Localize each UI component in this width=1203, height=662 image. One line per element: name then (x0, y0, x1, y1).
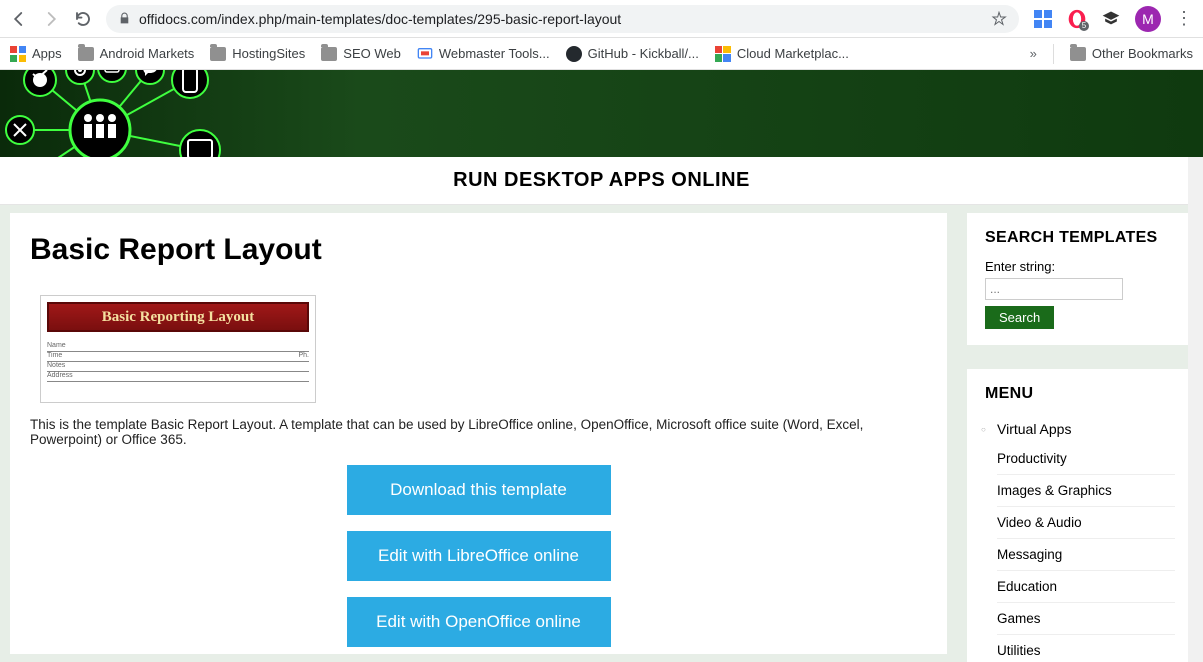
menu-widget: MENU Virtual Apps Productivity Images & … (967, 369, 1193, 662)
menu-item-games[interactable]: Games (997, 603, 1175, 635)
bookmark-seo-web[interactable]: SEO Web (321, 46, 401, 61)
search-button[interactable]: Search (985, 306, 1054, 329)
search-input[interactable] (985, 278, 1123, 300)
webmaster-icon (417, 46, 433, 62)
bookmark-webmaster-tools[interactable]: Webmaster Tools... (417, 46, 550, 62)
preview-header: Basic Reporting Layout (47, 302, 309, 332)
download-button[interactable]: Download this template (347, 465, 611, 515)
menu-item-utilities[interactable]: Utilities (997, 635, 1175, 662)
github-icon (566, 46, 582, 62)
extension-opera-icon[interactable]: 5 (1067, 9, 1087, 29)
folder-icon (78, 47, 94, 61)
bookmarks-overflow[interactable]: » (1030, 46, 1037, 61)
forward-button[interactable] (42, 10, 60, 28)
bookmark-github[interactable]: GitHub - Kickball/... (566, 46, 699, 62)
lock-icon (118, 12, 131, 25)
main-content: Basic Report Layout Basic Reporting Layo… (10, 213, 947, 654)
url-text: offidocs.com/index.php/main-templates/do… (139, 11, 983, 27)
bookmark-hostingsites[interactable]: HostingSites (210, 46, 305, 61)
badge-count: 5 (1079, 21, 1089, 31)
extension-grid-icon[interactable] (1033, 9, 1053, 29)
search-widget: SEARCH TEMPLATES Enter string: Search (967, 213, 1193, 345)
address-bar[interactable]: offidocs.com/index.php/main-templates/do… (106, 5, 1019, 33)
menu-item-images[interactable]: Images & Graphics (997, 475, 1175, 507)
edit-libreoffice-button[interactable]: Edit with LibreOffice online (347, 531, 611, 581)
folder-icon (321, 47, 337, 61)
search-label: Enter string: (985, 259, 1175, 274)
bookmark-apps[interactable]: Apps (10, 46, 62, 62)
extension-grad-icon[interactable] (1101, 9, 1121, 29)
banner-graphic (0, 70, 230, 157)
bookmark-android-markets[interactable]: Android Markets (78, 46, 195, 61)
bookmark-other[interactable]: Other Bookmarks (1070, 46, 1193, 61)
menu-item-messaging[interactable]: Messaging (997, 539, 1175, 571)
back-button[interactable] (10, 10, 28, 28)
edit-openoffice-button[interactable]: Edit with OpenOffice online (347, 597, 611, 647)
search-title: SEARCH TEMPLATES (985, 229, 1175, 247)
profile-avatar[interactable]: M (1135, 6, 1161, 32)
page-viewport: RUN DESKTOP APPS ONLINE Basic Report Lay… (0, 70, 1203, 662)
folder-icon (1070, 47, 1086, 61)
run-title: RUN DESKTOP APPS ONLINE (453, 169, 750, 192)
star-icon[interactable] (991, 11, 1007, 27)
menu-item-video[interactable]: Video & Audio (997, 507, 1175, 539)
site-banner (0, 70, 1203, 157)
menu-item-productivity[interactable]: Productivity (997, 443, 1175, 475)
menu-item-virtual-apps[interactable]: Virtual Apps (985, 415, 1175, 443)
bookmarks-bar: Apps Android Markets HostingSites SEO We… (0, 38, 1203, 70)
template-preview[interactable]: Basic Reporting Layout Name TimePh. Note… (40, 295, 316, 403)
run-apps-bar: RUN DESKTOP APPS ONLINE (0, 157, 1203, 205)
menu-item-education[interactable]: Education (997, 571, 1175, 603)
scrollbar[interactable] (1188, 70, 1203, 662)
chrome-menu-icon[interactable]: ⋮ (1175, 8, 1193, 29)
template-description: This is the template Basic Report Layout… (30, 417, 927, 447)
cloud-icon (715, 46, 731, 62)
menu-title: MENU (985, 385, 1175, 403)
apps-icon (10, 46, 26, 62)
browser-toolbar: offidocs.com/index.php/main-templates/do… (0, 0, 1203, 38)
folder-icon (210, 47, 226, 61)
reload-button[interactable] (74, 10, 92, 28)
bookmark-cloud-marketplace[interactable]: Cloud Marketplac... (715, 46, 849, 62)
page-title: Basic Report Layout (30, 233, 927, 267)
sidebar: SEARCH TEMPLATES Enter string: Search ME… (967, 213, 1193, 654)
